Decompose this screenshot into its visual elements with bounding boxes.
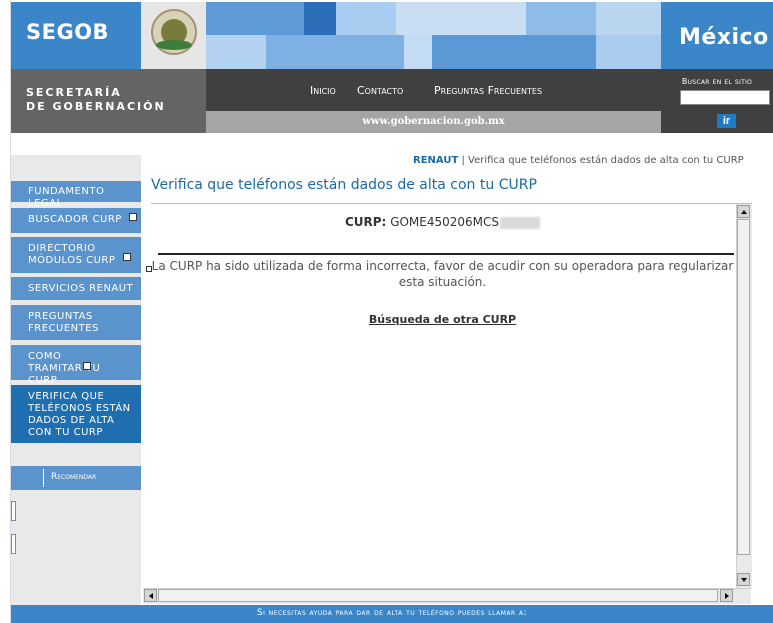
search-again-link[interactable]: Búsqueda de otra CURP [151,313,734,326]
external-link-icon [123,253,131,261]
sidebar-widget-fragment [11,501,16,521]
segob-logo[interactable]: SEGOB [26,20,109,44]
nav-inicio[interactable]: Inicio [310,84,336,97]
sidebar-item-label: BUSCADOR CURP [28,214,122,225]
horizontal-scroll-thumb[interactable] [158,589,718,602]
external-link-icon [83,362,91,370]
header-banner [206,2,661,69]
curp-display: CURP: GOME450206MCS [151,215,734,229]
recommend-label: Recomendar [51,472,97,482]
search-label: Buscar en el sitio [681,77,753,86]
scroll-left-button[interactable] [144,589,157,602]
nav-contacto[interactable]: Contacto [357,84,403,97]
sidebar-item-label: DIRECTORIO MÓDULOS CURP [28,243,116,266]
seal-wreath-icon [156,40,192,50]
sidebar-item-verifica-telefonos[interactable]: VERIFICA QUE TELÉFONOS ESTÁN DADOS DE AL… [11,385,141,443]
vertical-scroll-thumb[interactable] [737,219,750,555]
error-message: La CURP ha sido utilizada de forma incor… [151,259,734,289]
breadcrumb-current: Verifica que teléfonos están dados de al… [468,155,744,166]
nav-preguntas-frecuentes[interactable]: Preguntas Frecuentes [434,84,542,97]
sidebar-widget-fragment [11,534,16,554]
sidebar-item-label: SERVICIOS RENAUT [28,283,134,294]
arrow-up-icon [741,210,747,214]
left-edge [0,0,11,623]
department-line-2: DE GOBERNACIÓN [26,100,166,113]
curp-value: GOME450206MCS [390,215,500,229]
sidebar-item-directorio-modulos[interactable]: DIRECTORIO MÓDULOS CURP [11,237,141,273]
sidebar-item-label: PREGUNTAS FRECUENTES [28,311,99,334]
sidebar-item-servicios-renaut[interactable]: SERVICIOS RENAUT [11,277,141,300]
page-title: Verifica que teléfonos están dados de al… [151,177,537,193]
scroll-down-button[interactable] [737,573,750,586]
scroll-right-button[interactable] [720,589,733,602]
mexico-logo[interactable]: México [679,25,769,50]
breadcrumb-separator: | [461,155,465,166]
external-link-icon [129,213,137,221]
curp-label: CURP: [344,215,387,229]
sidebar-item-preguntas-frecuentes[interactable]: PREGUNTAS FRECUENTES [11,305,141,340]
arrow-left-icon [149,593,153,599]
department-line-1: SECRETARÍA [26,86,122,99]
arrow-right-icon [725,593,729,599]
divider [158,253,734,255]
sidebar-item-como-tramitar[interactable]: COMO TRAMITAR TU CURP [11,345,141,386]
department-name: SECRETARÍA DE GOBERNACIÓN [26,86,166,114]
sidebar-item-fundamento-legal[interactable]: FUNDAMENTO LEGAL [11,181,141,209]
breadcrumb: RENAUT | Verifica que teléfonos están da… [413,155,744,166]
sidebar-item-label: VERIFICA QUE TELÉFONOS ESTÁN DADOS DE AL… [28,391,131,438]
breadcrumb-root-link[interactable]: RENAUT [413,155,458,166]
search-input[interactable] [680,90,770,105]
scroll-up-button[interactable] [737,205,750,218]
sidebar-item-buscador-curp[interactable]: BUSCADOR CURP [11,208,141,233]
footer-help-text: Si necesitas ayuda para dar de alta tu t… [256,608,528,618]
site-url[interactable]: www.gobernacion.gob.mx [206,116,661,127]
recommend-icon [43,469,44,487]
curp-redacted [500,216,541,229]
arrow-down-icon [741,578,747,582]
search-go-button[interactable]: ir [717,114,736,128]
